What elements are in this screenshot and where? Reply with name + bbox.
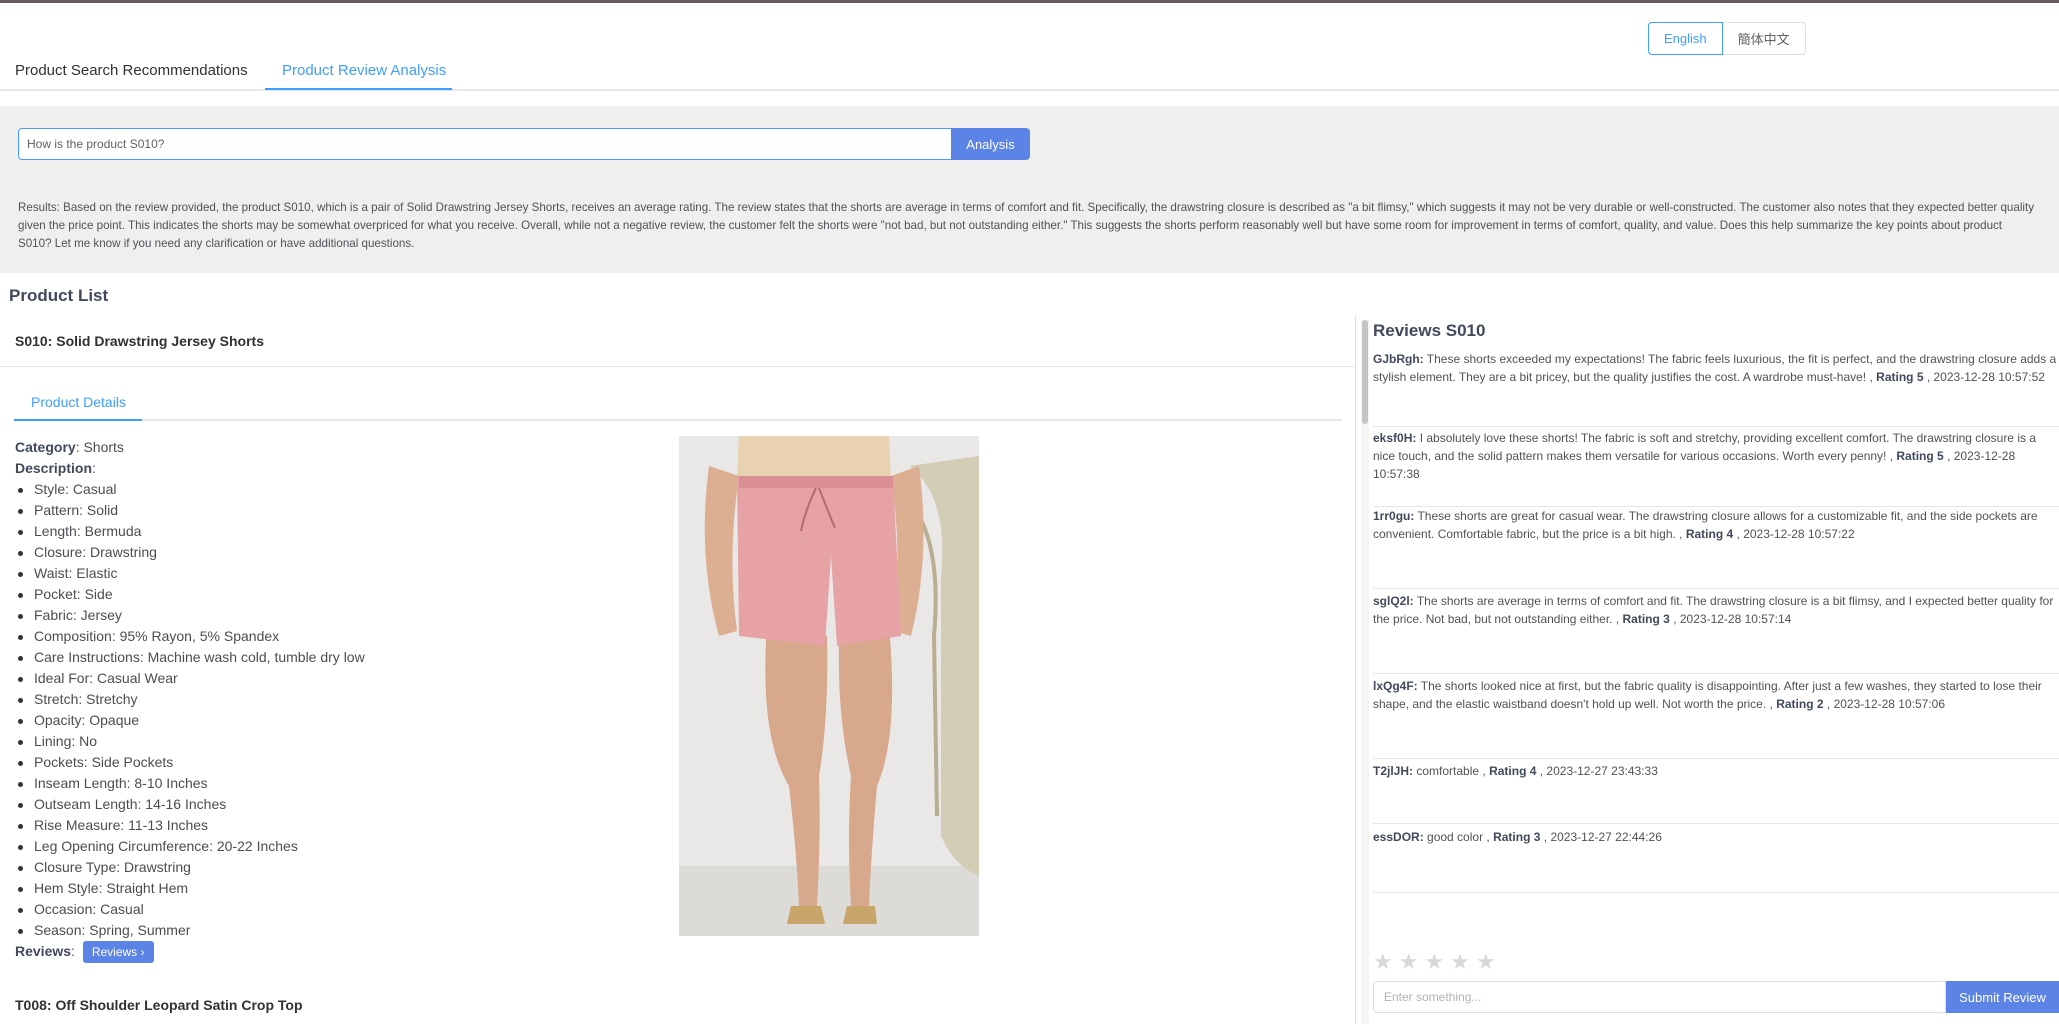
description-label: Description <box>15 460 93 476</box>
review-rating: Rating 2 <box>1776 697 1824 711</box>
attribute-item: Stretch: Stretchy <box>15 689 365 710</box>
review-rating: Rating 4 <box>1685 527 1734 541</box>
attribute-item: Length: Bermuda <box>15 521 365 542</box>
attribute-item: Opacity: Opaque <box>15 710 365 731</box>
attribute-item: Season: Spring, Summer <box>15 920 365 941</box>
lang-chinese-button[interactable]: 簡体中文 <box>1721 22 1806 55</box>
review-user: T2jlJH: <box>1373 764 1414 778</box>
product-image <box>679 436 979 936</box>
attribute-item: Pattern: Solid <box>15 500 365 521</box>
review-divider <box>1373 673 2059 674</box>
attribute-item: Lining: No <box>15 731 365 752</box>
product-list: S010: Solid Drawstring Jersey Shorts Pro… <box>0 316 1355 1024</box>
attribute-item: Closure Type: Drawstring <box>15 857 365 878</box>
reviews-title: Reviews S010 <box>1373 321 1486 340</box>
analysis-button[interactable]: Analysis <box>951 128 1030 160</box>
review-date: , 2023-12-28 10:57:06 <box>1826 697 1946 711</box>
analysis-results: Results: Based on the review provided, t… <box>18 201 2034 250</box>
review-text: good color , <box>1427 830 1490 844</box>
reviews-button[interactable]: Reviews › <box>82 941 154 964</box>
attribute-item: Inseam Length: 8-10 Inches <box>15 773 365 794</box>
review-divider <box>1373 426 2059 427</box>
category-label: Category <box>15 439 76 455</box>
attribute-item: Composition: 95% Rayon, 5% Spandex <box>15 626 365 647</box>
divider <box>0 366 1355 367</box>
attribute-item: Care Instructions: Machine wash cold, tu… <box>15 647 365 668</box>
column-divider <box>1355 316 1356 1024</box>
review-date: , 2023-12-27 23:43:33 <box>1539 764 1658 778</box>
review-user: sglQ2l: <box>1373 594 1414 608</box>
category-value: Shorts <box>83 439 124 455</box>
review-text: comfortable , <box>1416 764 1486 778</box>
attribute-item: Rise Measure: 11-13 Inches <box>15 815 365 836</box>
reviews-button-label: Reviews <box>91 945 138 960</box>
submit-review-button[interactable]: Submit Review <box>1946 981 2059 1013</box>
top-border <box>0 0 2059 3</box>
details-tabbar-line <box>14 419 1342 421</box>
next-product-heading[interactable]: T008: Off Shoulder Leopard Satin Crop To… <box>15 997 303 1013</box>
review-item: GJbRgh: These shorts exceeded my expecta… <box>1373 350 2059 386</box>
review-item: essDOR: good color , Rating 3 , 2023-12-… <box>1373 828 2059 846</box>
attribute-item: Occasion: Casual <box>15 899 365 920</box>
review-rating: Rating 5 <box>1876 370 1924 384</box>
reviews-panel: Reviews S010 GJbRgh: These shorts exceed… <box>1373 316 2059 1024</box>
attribute-item: Pocket: Side <box>15 584 365 605</box>
active-tab-indicator <box>265 88 452 90</box>
review-user: lxQg4F: <box>1373 679 1418 693</box>
attribute-item: Hem Style: Straight Hem <box>15 878 365 899</box>
review-rating: Rating 3 <box>1493 830 1541 844</box>
attribute-item: Pockets: Side Pockets <box>15 752 365 773</box>
lang-english-button[interactable]: English <box>1648 22 1723 55</box>
product-heading[interactable]: S010: Solid Drawstring Jersey Shorts <box>15 333 264 349</box>
review-user: eksf0H: <box>1373 431 1417 445</box>
language-switch: English 簡体中文 <box>1648 22 1806 55</box>
attribute-item: Leg Opening Circumference: 20-22 Inches <box>15 836 365 857</box>
review-divider <box>1373 588 2059 589</box>
scrollbar-thumb[interactable] <box>1362 320 1368 424</box>
review-item: eksf0H: I absolutely love these shorts! … <box>1373 429 2059 483</box>
review-user: essDOR: <box>1373 830 1424 844</box>
tab-product-search-recommendations[interactable]: Product Search Recommendations <box>15 62 248 79</box>
review-divider <box>1373 823 2059 824</box>
query-input[interactable] <box>18 128 952 160</box>
product-list-title: Product List <box>9 286 109 305</box>
attribute-item: Waist: Elastic <box>15 563 365 584</box>
chevron-right-icon: › <box>140 945 145 960</box>
main-tabs: Product Search Recommendations Product R… <box>0 52 2059 91</box>
review-item: lxQg4F: The shorts looked nice at first,… <box>1373 677 2059 713</box>
attribute-item: Ideal For: Casual Wear <box>15 668 365 689</box>
scrollbar-track[interactable] <box>1361 320 1369 1024</box>
review-divider <box>1373 758 2059 759</box>
review-date: , 2023-12-28 10:57:22 <box>1736 527 1855 541</box>
rating-stars[interactable]: ★★★★★ <box>1373 949 1502 975</box>
review-rating: Rating 5 <box>1896 449 1944 463</box>
review-input[interactable] <box>1373 981 1946 1013</box>
review-user: 1rr0gu: <box>1373 509 1415 523</box>
tab-product-details[interactable]: Product Details <box>31 394 126 410</box>
tab-product-review-analysis[interactable]: Product Review Analysis <box>282 62 446 79</box>
review-item: 1rr0gu: These shorts are great for casua… <box>1373 507 2059 543</box>
review-user: GJbRgh: <box>1373 352 1424 366</box>
review-rating: Rating 3 <box>1622 612 1670 626</box>
reviews-label: Reviews <box>15 943 72 959</box>
review-date: , 2023-12-28 10:57:14 <box>1673 612 1792 626</box>
description-row: Description: <box>15 460 96 476</box>
reviews-row: Reviews: Reviews › <box>15 941 365 964</box>
review-item: T2jlJH: comfortable , Rating 4 , 2023-12… <box>1373 762 2059 780</box>
review-date: , 2023-12-27 22:44:26 <box>1543 830 1662 844</box>
product-specs: Category: Shorts Description: Style: Cas… <box>15 437 365 964</box>
review-item: sglQ2l: The shorts are average in terms … <box>1373 592 2059 628</box>
details-tab-indicator <box>14 419 142 421</box>
analysis-panel: Analysis Results: Based on the review pr… <box>0 106 2059 273</box>
review-date: , 2023-12-28 10:57:52 <box>1926 370 2045 384</box>
attribute-item: Fabric: Jersey <box>15 605 365 626</box>
review-divider <box>1373 892 2059 893</box>
category-row: Category: Shorts <box>15 439 124 455</box>
attribute-item: Outseam Length: 14-16 Inches <box>15 794 365 815</box>
review-rating: Rating 4 <box>1489 764 1537 778</box>
attribute-item: Closure: Drawstring <box>15 542 365 563</box>
attribute-item: Style: Casual <box>15 479 365 500</box>
attribute-list: Style: Casual Pattern: Solid Length: Bermu… <box>15 479 365 941</box>
